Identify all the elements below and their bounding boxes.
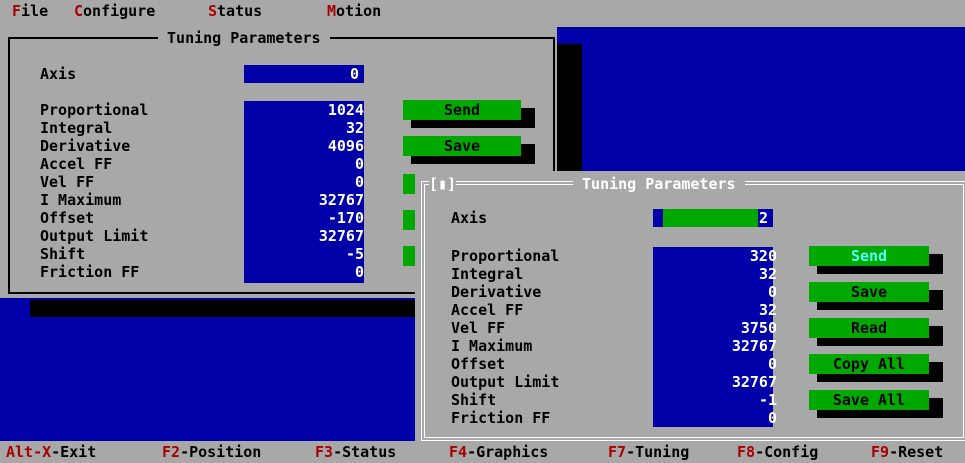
axis-value: 2	[758, 209, 768, 227]
menu-motion-label: otion	[336, 2, 382, 20]
param-label: Offset	[451, 355, 506, 373]
param-label: Derivative	[451, 283, 542, 301]
param-value-field[interactable]: 0	[355, 173, 364, 191]
status-position[interactable]: F2-Position	[162, 443, 261, 461]
status-status-key: F3	[315, 443, 334, 461]
param-label: I Maximum	[451, 337, 533, 355]
send-button[interactable]: Send	[809, 246, 929, 266]
status-graphics[interactable]: F4-Graphics	[449, 443, 548, 461]
status-exit[interactable]: Alt-X-Exit	[6, 443, 96, 461]
param-value-field[interactable]: 32767	[732, 337, 777, 355]
param-label: Shift	[451, 391, 497, 409]
param-label: Shift	[40, 245, 86, 263]
param-label: Friction FF	[451, 409, 551, 427]
status-graphics-text: -Graphics	[467, 443, 549, 461]
close-icon: [▮]	[429, 175, 457, 193]
menu-status-label: tatus	[217, 2, 263, 20]
param-value-field[interactable]: 32	[759, 301, 777, 319]
axis-value: 0	[349, 65, 359, 83]
read-button-partial[interactable]	[403, 174, 415, 194]
param-value-field[interactable]: 32	[346, 119, 364, 137]
menu-file[interactable]: File	[12, 2, 48, 20]
status-config[interactable]: F8-Config	[737, 443, 818, 461]
copy-all-button[interactable]: Copy All	[809, 354, 929, 374]
send-button[interactable]: Send	[403, 100, 521, 120]
copy-all-button-partial[interactable]	[403, 210, 415, 230]
param-value-field[interactable]: -1	[759, 391, 777, 409]
status-position-text: -Position	[180, 443, 262, 461]
param-value-field[interactable]: 0	[355, 263, 364, 281]
menu-configure[interactable]: Configure	[74, 2, 155, 20]
axis-field[interactable]: 2	[653, 209, 773, 227]
status-position-key: F2	[162, 443, 181, 461]
status-tuning-key: F7	[608, 443, 627, 461]
save-button[interactable]: Save	[403, 136, 521, 156]
axis-label: Axis	[40, 65, 77, 83]
menu-configure-label: onfigure	[83, 2, 156, 20]
status-bar: Alt-X-Exit F2-Position F3-Status F4-Grap…	[0, 441, 965, 463]
param-label: Offset	[40, 209, 95, 227]
status-config-text: -Config	[755, 443, 819, 461]
param-label: Integral	[451, 265, 524, 283]
status-exit-key: Alt-X	[6, 443, 52, 461]
param-value-field[interactable]: 0	[355, 155, 364, 173]
param-value-field[interactable]: 32767	[319, 191, 364, 209]
tuning-window-axis2: [▮] Tuning Parameters Axis 2 Proportiona…	[415, 171, 965, 441]
menu-configure-hotkey: C	[74, 2, 84, 20]
axis-label: Axis	[451, 209, 488, 227]
param-value-field[interactable]: -170	[328, 209, 364, 227]
menu-file-hotkey: F	[12, 2, 22, 20]
status-config-key: F8	[737, 443, 756, 461]
param-label: Accel FF	[40, 155, 113, 173]
param-label: Proportional	[40, 101, 149, 119]
param-label: Accel FF	[451, 301, 524, 319]
menu-status-hotkey: S	[208, 2, 218, 20]
param-label: Derivative	[40, 137, 131, 155]
param-value-field[interactable]: 0	[768, 409, 777, 427]
save-all-button[interactable]: Save All	[809, 390, 929, 410]
menu-bar: File Configure Status Motion	[0, 0, 965, 27]
param-value-field[interactable]: 0	[768, 283, 777, 301]
param-label: I Maximum	[40, 191, 122, 209]
param-label: Proportional	[451, 247, 560, 265]
window1-title: Tuning Parameters	[158, 29, 330, 47]
param-value-field[interactable]: 0	[768, 355, 777, 373]
menu-motion[interactable]: Motion	[327, 2, 381, 20]
param-value-field[interactable]: 320	[750, 247, 777, 265]
window2-title: Tuning Parameters	[573, 175, 745, 193]
status-graphics-key: F4	[449, 443, 468, 461]
param-label: Integral	[40, 119, 113, 137]
save-all-button-partial[interactable]	[403, 246, 415, 266]
read-button[interactable]: Read	[809, 318, 929, 338]
close-box-button[interactable]: [▮]	[429, 175, 457, 193]
param-label: Output Limit	[451, 373, 560, 391]
status-tuning-text: -Tuning	[626, 443, 690, 461]
param-value-field[interactable]: 3750	[741, 319, 777, 337]
param-value-field[interactable]: 32767	[732, 373, 777, 391]
status-exit-text: -Exit	[51, 443, 97, 461]
param-value-field[interactable]: 32767	[319, 227, 364, 245]
axis-field[interactable]: 0	[244, 65, 364, 83]
param-value-field[interactable]: 1024	[328, 101, 364, 119]
param-value-field[interactable]: 4096	[328, 137, 364, 155]
menu-motion-hotkey: M	[327, 2, 337, 20]
status-reset-text: -Reset	[889, 443, 944, 461]
param-label: Vel FF	[451, 319, 506, 337]
param-value-field[interactable]: -5	[346, 245, 364, 263]
status-status-text: -Status	[333, 443, 397, 461]
axis-field-highlight	[663, 209, 758, 227]
menu-file-label: ile	[21, 2, 49, 20]
status-reset-key: F9	[871, 443, 890, 461]
param-label: Vel FF	[40, 173, 95, 191]
status-reset[interactable]: F9-Reset	[871, 443, 943, 461]
save-button[interactable]: Save	[809, 282, 929, 302]
param-label: Friction FF	[40, 263, 140, 281]
param-label: Output Limit	[40, 227, 149, 245]
menu-status[interactable]: Status	[208, 2, 262, 20]
status-status[interactable]: F3-Status	[315, 443, 396, 461]
status-tuning[interactable]: F7-Tuning	[608, 443, 689, 461]
param-value-field[interactable]: 32	[759, 265, 777, 283]
window1-shadow-bottom	[30, 300, 420, 317]
